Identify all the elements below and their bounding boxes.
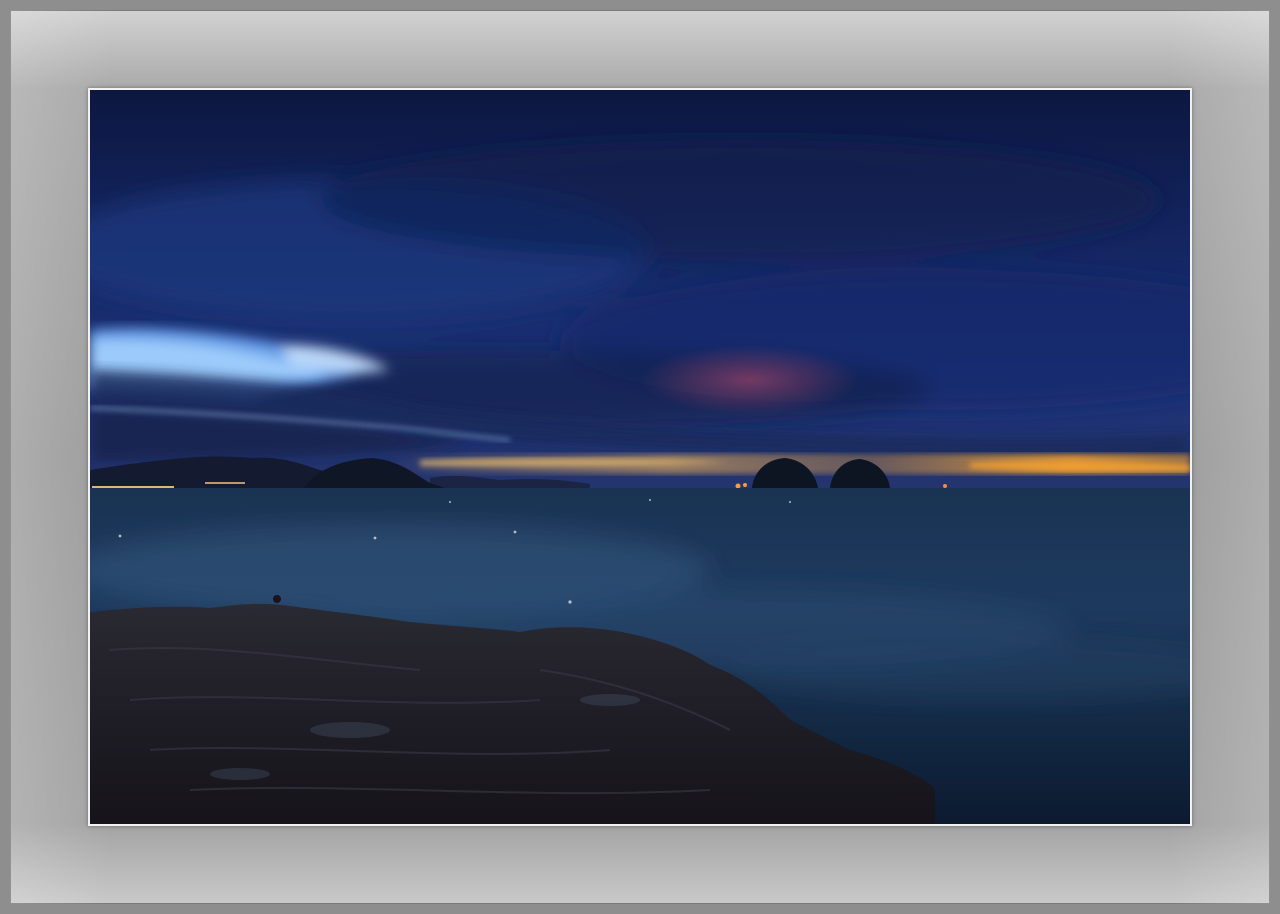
seascape-illustration xyxy=(90,90,1190,824)
seascape-photo xyxy=(90,90,1190,824)
rock-silhouette-figure xyxy=(273,595,281,603)
pink-sky-glow xyxy=(640,345,860,415)
